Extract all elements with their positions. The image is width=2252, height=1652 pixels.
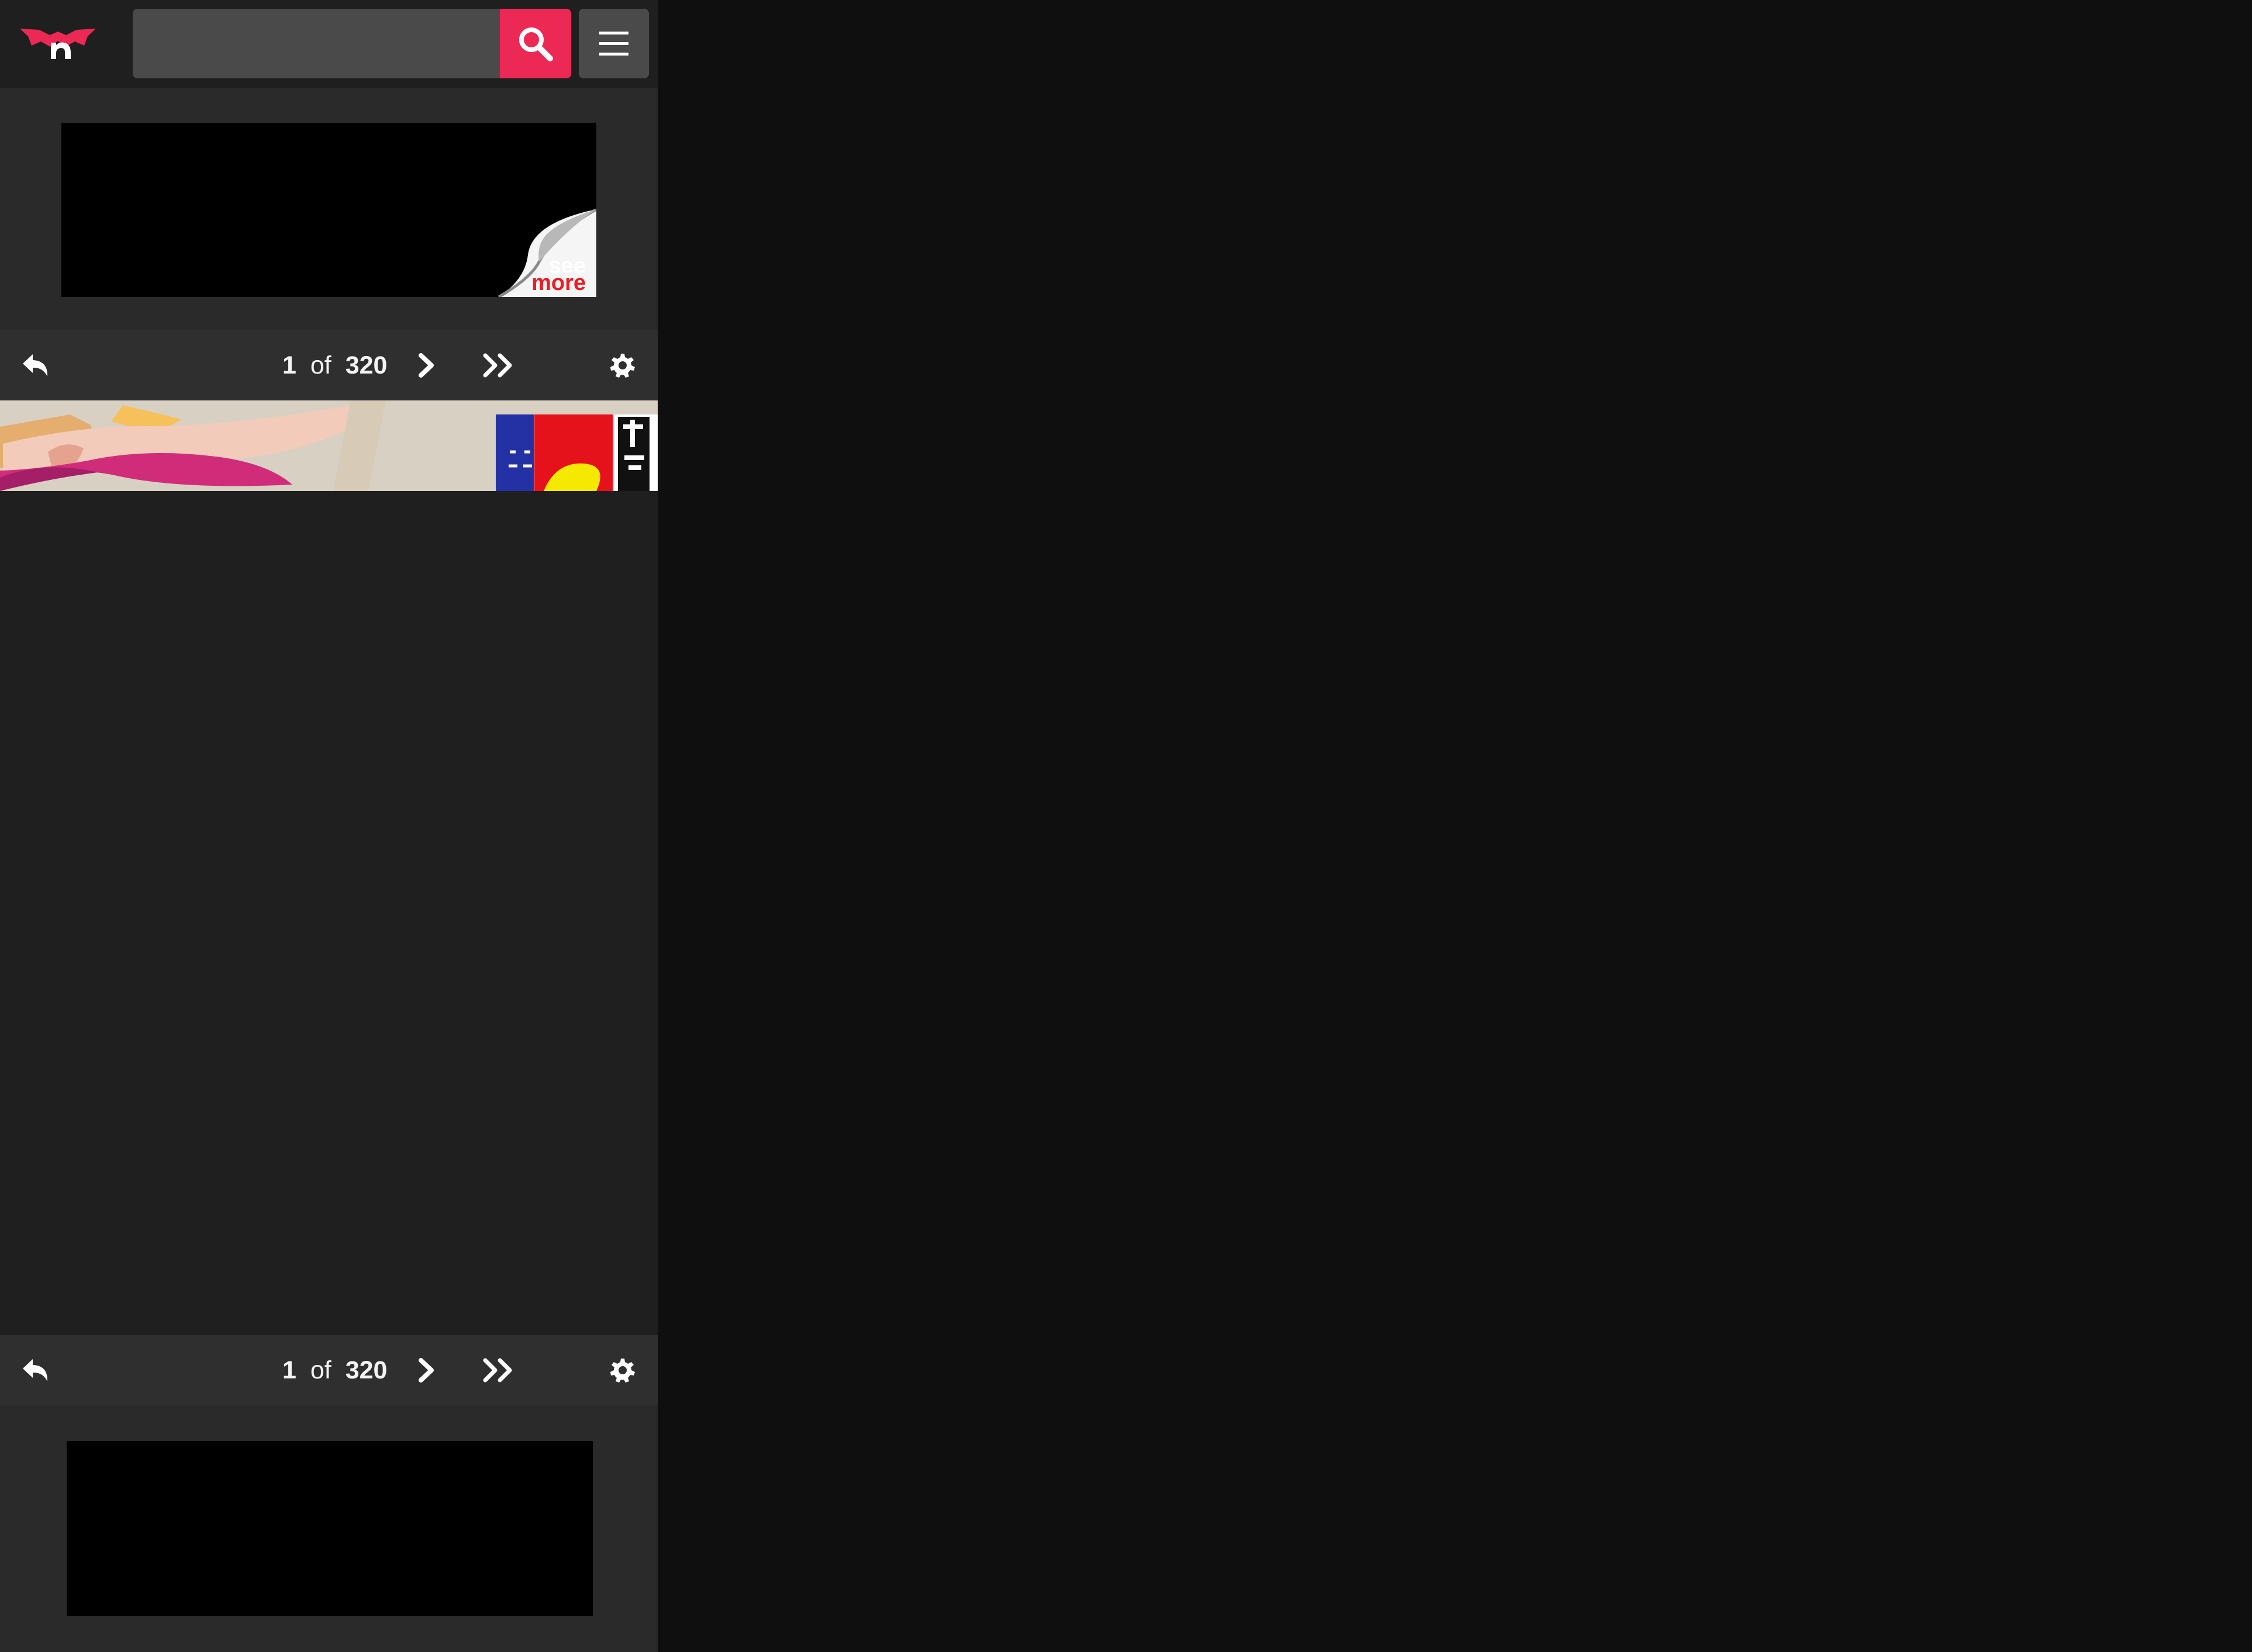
page-counter: 1 of 320: [282, 343, 387, 388]
top-navigation-bar: [0, 0, 658, 88]
reply-arrow-icon: [23, 354, 48, 376]
page-counter-separator: of: [310, 351, 331, 379]
back-to-gallery-button[interactable]: [18, 348, 53, 383]
total-page-count: 320: [345, 351, 388, 379]
search-form: [133, 9, 571, 78]
see-more-badge[interactable]: see more: [497, 208, 596, 297]
current-page-number: 1: [282, 1356, 296, 1384]
settings-button[interactable]: [605, 1353, 640, 1388]
last-page-button[interactable]: [479, 1353, 520, 1388]
gear-icon: [610, 354, 635, 378]
reply-arrow-icon: [23, 1359, 48, 1381]
last-page-button[interactable]: [479, 348, 520, 383]
search-icon: [519, 27, 553, 61]
bottom-advertisement-area: [0, 1405, 658, 1652]
reader-page: see more 1 of 320 1 of 320: [0, 0, 2252, 1652]
current-page-number: 1: [282, 351, 296, 379]
page-counter-separator: of: [310, 1356, 331, 1384]
top-advertisement-area: see more: [0, 88, 658, 330]
chevron-right-icon: [419, 353, 434, 378]
next-page-button[interactable]: [409, 348, 444, 383]
settings-button[interactable]: [605, 348, 640, 383]
chevron-right-icon: [419, 1358, 434, 1383]
search-button[interactable]: [500, 9, 571, 78]
reader-column: see more 1 of 320 1 of 320: [0, 0, 658, 1652]
gear-icon: [610, 1359, 635, 1383]
search-input[interactable]: [133, 9, 500, 78]
more-label: more: [531, 271, 586, 295]
manga-page-image[interactable]: [0, 400, 658, 491]
bottom-advertisement-box[interactable]: [67, 1441, 593, 1616]
manga-page-illustration: [0, 400, 658, 491]
page-counter: 1 of 320: [282, 1348, 387, 1392]
next-page-button[interactable]: [409, 1353, 444, 1388]
top-advertisement-box[interactable]: see more: [61, 123, 596, 297]
site-logo[interactable]: [19, 22, 98, 66]
reader-empty-space: [0, 491, 658, 1335]
reader-navigation-bottom: 1 of 320: [0, 1335, 658, 1405]
total-page-count: 320: [345, 1356, 388, 1384]
hamburger-menu-icon: [599, 31, 628, 56]
double-chevron-right-icon: [483, 353, 512, 378]
menu-button[interactable]: [579, 9, 649, 78]
reader-navigation-top: 1 of 320: [0, 330, 658, 400]
back-to-gallery-button[interactable]: [18, 1353, 53, 1388]
double-chevron-right-icon: [483, 1358, 512, 1383]
bat-n-logo-icon: [20, 29, 96, 59]
